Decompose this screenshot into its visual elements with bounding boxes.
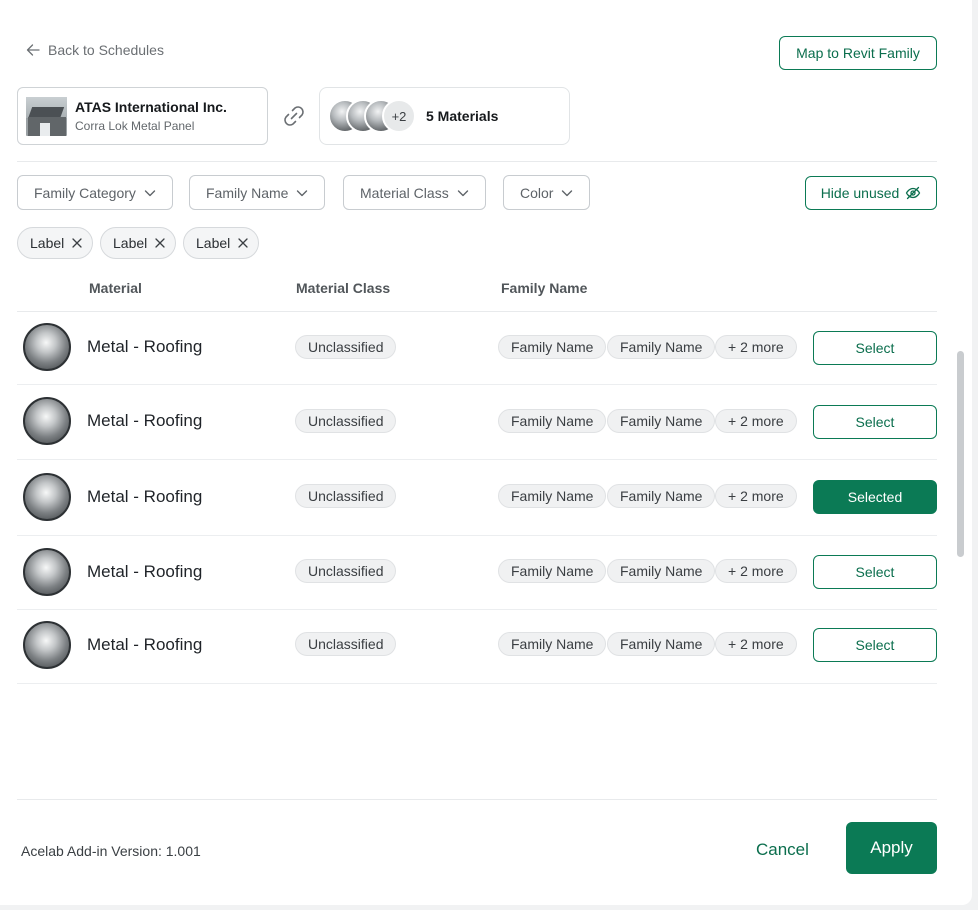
family-name-tag: Family Name bbox=[607, 409, 716, 433]
select-button[interactable]: Select bbox=[813, 331, 937, 365]
select-button[interactable]: Select bbox=[813, 555, 937, 589]
product-card[interactable]: ATAS International Inc. Corra Lok Metal … bbox=[17, 87, 268, 145]
add-in-panel: Back to Schedules Map to Revit Family AT… bbox=[0, 0, 972, 905]
materials-summary-card[interactable]: +2 5 Materials bbox=[319, 87, 570, 145]
more-families-tag[interactable]: + 2 more bbox=[715, 559, 797, 583]
filter-chip: Label bbox=[100, 227, 177, 259]
materials-count-label: 5 Materials bbox=[426, 108, 499, 124]
table-row: Metal - Roofing Unclassified Family Name… bbox=[17, 460, 937, 536]
chevron-down-icon bbox=[144, 189, 156, 196]
table-row: Metal - Roofing Unclassified Family Name… bbox=[17, 536, 937, 610]
material-class-badge: Unclassified bbox=[295, 484, 397, 508]
map-to-revit-family-button[interactable]: Map to Revit Family bbox=[779, 36, 937, 70]
more-families-tag[interactable]: + 2 more bbox=[715, 484, 797, 508]
filter-family-category[interactable]: Family Category bbox=[17, 175, 173, 210]
chip-label: Label bbox=[113, 235, 148, 251]
arrow-left-icon bbox=[26, 44, 40, 56]
chevron-down-icon bbox=[297, 189, 308, 196]
close-icon[interactable] bbox=[238, 238, 248, 248]
material-swatch bbox=[23, 397, 71, 445]
table-row: Metal - Roofing Unclassified Family Name… bbox=[17, 312, 937, 385]
product-thumbnail bbox=[26, 96, 67, 136]
scrollbar-thumb[interactable] bbox=[957, 351, 964, 557]
material-swatch-stack: +2 bbox=[328, 99, 420, 133]
material-swatch bbox=[23, 473, 71, 521]
family-name-tag: Family Name bbox=[498, 409, 607, 433]
product-name: ATAS International Inc. bbox=[75, 99, 227, 115]
apply-button[interactable]: Apply bbox=[846, 822, 937, 874]
filter-label: Color bbox=[520, 184, 554, 201]
back-to-schedules-link[interactable]: Back to Schedules bbox=[26, 40, 164, 60]
table-row: Metal - Roofing Unclassified Family Name… bbox=[17, 385, 937, 460]
extra-materials-count: +2 bbox=[382, 99, 416, 133]
material-name: Metal - Roofing bbox=[87, 635, 203, 654]
column-header-material[interactable]: Material bbox=[89, 280, 142, 296]
link-icon bbox=[284, 106, 304, 126]
chevron-down-icon bbox=[457, 189, 468, 196]
family-name-tag: Family Name bbox=[607, 632, 716, 656]
product-subtitle: Corra Lok Metal Panel bbox=[75, 119, 195, 133]
column-header-material-class[interactable]: Material Class bbox=[296, 280, 390, 296]
material-name: Metal - Roofing bbox=[87, 562, 203, 581]
filter-label: Family Category bbox=[34, 184, 136, 201]
family-name-tag: Family Name bbox=[607, 484, 716, 508]
filter-color[interactable]: Color bbox=[503, 175, 591, 210]
material-class-badge: Unclassified bbox=[295, 559, 397, 583]
back-label: Back to Schedules bbox=[48, 42, 164, 58]
close-icon[interactable] bbox=[72, 238, 82, 248]
table-row: Metal - Roofing Unclassified Family Name… bbox=[17, 610, 937, 684]
filter-label: Material Class bbox=[360, 184, 449, 201]
family-name-tag: Family Name bbox=[498, 335, 607, 359]
eye-off-icon bbox=[906, 186, 921, 200]
filter-chip: Label bbox=[183, 227, 260, 259]
family-name-tag: Family Name bbox=[498, 632, 607, 656]
hide-unused-button[interactable]: Hide unused bbox=[805, 176, 937, 210]
chevron-down-icon bbox=[562, 189, 573, 196]
material-class-badge: Unclassified bbox=[295, 409, 397, 433]
divider bbox=[17, 161, 937, 162]
material-name: Metal - Roofing bbox=[87, 337, 203, 356]
filter-label: Family Name bbox=[206, 184, 289, 201]
material-swatch bbox=[23, 548, 71, 596]
material-class-badge: Unclassified bbox=[295, 632, 397, 656]
more-families-tag[interactable]: + 2 more bbox=[715, 409, 797, 433]
more-families-tag[interactable]: + 2 more bbox=[715, 335, 797, 359]
material-swatch bbox=[23, 323, 71, 371]
more-families-tag[interactable]: + 2 more bbox=[715, 632, 797, 656]
select-button[interactable]: Select bbox=[813, 628, 937, 662]
family-name-tag: Family Name bbox=[607, 559, 716, 583]
material-name: Metal - Roofing bbox=[87, 411, 203, 430]
family-name-tag: Family Name bbox=[498, 559, 607, 583]
chip-label: Label bbox=[30, 235, 65, 251]
hide-unused-label: Hide unused bbox=[820, 185, 900, 201]
family-name-tag: Family Name bbox=[498, 484, 607, 508]
filter-chip: Label bbox=[17, 227, 94, 259]
chip-label: Label bbox=[196, 235, 231, 251]
material-name: Metal - Roofing bbox=[87, 487, 203, 506]
filter-family-name[interactable]: Family Name bbox=[189, 175, 326, 210]
cancel-button[interactable]: Cancel bbox=[756, 840, 809, 860]
version-label: Acelab Add-in Version: 1.001 bbox=[21, 843, 201, 859]
material-swatch bbox=[23, 621, 71, 669]
selected-button[interactable]: Selected bbox=[813, 480, 937, 514]
select-button[interactable]: Select bbox=[813, 405, 937, 439]
close-icon[interactable] bbox=[155, 238, 165, 248]
filter-material-class[interactable]: Material Class bbox=[343, 175, 486, 210]
column-header-family-name[interactable]: Family Name bbox=[501, 280, 587, 296]
footer-divider bbox=[17, 799, 937, 800]
family-name-tag: Family Name bbox=[607, 335, 716, 359]
material-class-badge: Unclassified bbox=[295, 335, 397, 359]
